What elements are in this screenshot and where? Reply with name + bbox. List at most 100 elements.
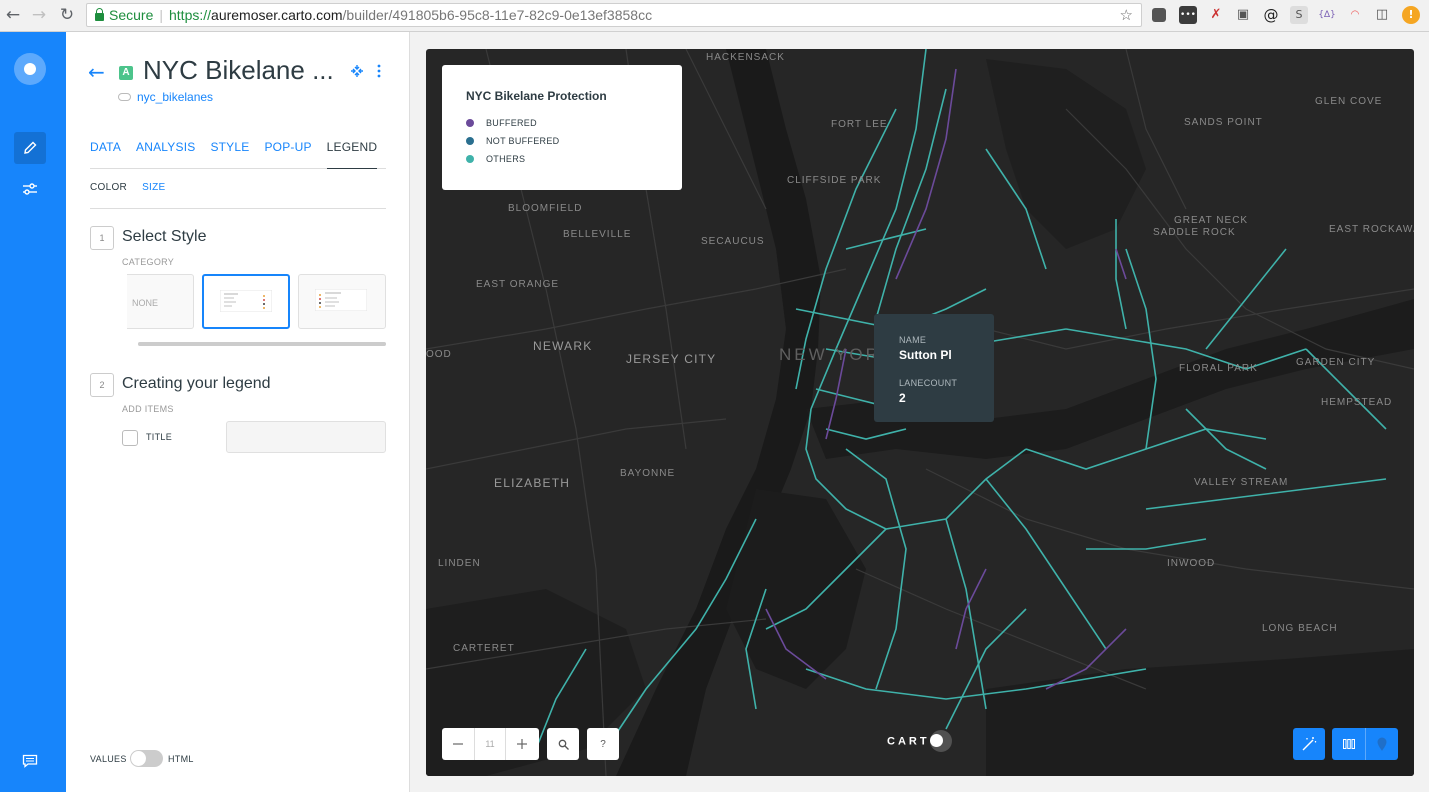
place-label: LINDEN [438,558,481,569]
feedback-button[interactable] [14,745,46,777]
lock-icon [95,8,104,21]
place-label: GLEN COVE [1315,96,1383,107]
legend-item: NOT BUFFERED [466,132,682,150]
back-nav-icon[interactable]: ← [2,4,24,26]
secure-label: Secure [109,7,154,23]
place-label: SADDLE ROCK [1153,227,1236,238]
popup-field-key: NAME [899,335,927,345]
place-label: EAST ORANGE [476,279,560,290]
dots-extension-icon[interactable]: ••• [1179,6,1197,24]
popup-field-value: Sutton Pl [899,348,952,362]
layer-title[interactable]: NYC Bikelane ... [143,55,334,86]
place-label: SANDS POINT [1184,117,1263,128]
panel-tabs: DATA ANALYSIS STYLE POP-UP LEGEND [90,140,386,169]
none-label: NONE [132,298,159,308]
legend-style-category-left[interactable] [298,274,386,329]
dataset-name: nyc_bikelanes [137,90,214,104]
sliders-icon [23,183,37,195]
place-label: EAST ROCKAWAY [1329,224,1414,235]
legend-title: NYC Bikelane Protection [466,89,607,103]
layer-editor-panel: ← A NYC Bikelane ... nyc_bikelanes DATA … [66,32,410,792]
json-extension-icon[interactable]: {∆} [1318,6,1336,24]
search-button[interactable] [547,728,579,760]
rainbow-extension-icon[interactable]: ◠ [1346,6,1364,24]
subtab-color[interactable]: COLOR [90,182,127,208]
tab-analysis[interactable]: ANALYSIS [136,140,195,169]
tab-style[interactable]: STYLE [210,140,249,169]
place-label: BAYONNE [620,468,676,479]
zoom-out-button[interactable] [442,728,474,760]
legend-style-category-right[interactable] [202,274,290,329]
values-html-toggle[interactable] [130,750,163,767]
forward-nav-icon[interactable]: → [28,4,50,26]
tab-data[interactable]: DATA [90,140,121,169]
address-bar[interactable]: Secure | https://auremoser.carto.com/build… [86,3,1142,27]
search-icon [558,739,569,750]
place-label: INWOOD [1167,558,1216,569]
values-label: VALUES [90,754,127,764]
tool-extension-icon[interactable]: ✗ [1207,6,1225,24]
place-label: ELIZABETH [494,476,571,490]
place-label: LONG BEACH [1262,623,1338,634]
dataset-link[interactable]: nyc_bikelanes [118,90,213,104]
html-label: HTML [168,754,194,764]
legend-item: BUFFERED [466,114,682,132]
map-canvas[interactable]: HACKENSACK FORT LEE GLEN COVE SANDS POIN… [426,49,1414,776]
legend-item-label: BUFFERED [486,118,537,128]
camera-extension-icon[interactable]: ▣ [1234,6,1252,24]
place-label: BELLEVILLE [563,229,632,240]
map-view-button[interactable] [1365,728,1398,760]
step-subtitle-add-items: ADD ITEMS [122,404,174,414]
help-button[interactable]: ? [587,728,619,760]
zoom-in-button[interactable] [506,728,538,760]
map-legend: NYC Bikelane Protection BUFFERED NOT BUF… [442,65,682,190]
place-label: CARTERET [453,643,515,654]
url-protocol: https:// [169,7,212,23]
cast-icon[interactable]: ◫ [1373,6,1391,24]
carto-logo: CART [887,734,943,748]
place-label: HACKENSACK [706,52,785,63]
legend-title-input[interactable] [226,421,386,453]
reload-icon[interactable]: ↻ [56,4,78,26]
feature-popup: NAME Sutton Pl LANECOUNT 2 [874,314,994,422]
step-subtitle-category: CATEGORY [122,257,175,267]
place-label: NEWARK [533,339,593,353]
legend-subtabs: COLOR SIZE [90,182,386,209]
legend-swatch [466,155,474,163]
plus-icon [517,739,527,749]
place-label: JERSEY CITY [626,352,717,366]
legend-preview-icon [315,289,367,311]
more-options-icon[interactable] [377,64,381,78]
place-label: SECAUCUS [701,236,765,247]
step-title-select-style: Select Style [122,228,207,245]
layer-letter-badge: A [119,66,133,80]
url-path: /builder/491805b6-95c8-11e7-82c9-0e13ef3… [342,7,653,23]
center-map-icon[interactable] [349,63,365,79]
place-label: BLOOMFIELD [508,203,583,214]
tab-popup[interactable]: POP-UP [264,140,311,169]
legend-swatch [466,119,474,127]
url-host: auremoser.carto.com [211,7,343,23]
tab-legend[interactable]: LEGEND [326,140,378,169]
legend-swatch [466,137,474,145]
at-extension-icon[interactable]: @ [1262,6,1280,24]
widgets-button[interactable] [14,173,46,205]
step-number-2: 2 [90,373,114,397]
bookmark-star-icon[interactable]: ☆ [1120,4,1133,26]
legend-item-label: NOT BUFFERED [486,136,560,146]
place-label: HEMPSTEAD [1321,397,1393,408]
step-title-creating-legend: Creating your legend [122,375,271,392]
legend-style-none[interactable]: NONE [127,274,194,329]
alert-extension-icon[interactable]: ! [1402,6,1420,24]
legend-item-label: OTHERS [486,154,526,164]
title-checkbox[interactable] [122,430,138,446]
home-icon[interactable] [14,53,46,85]
s-extension-icon[interactable]: S [1290,6,1308,24]
pocket-extension-icon[interactable] [1152,8,1166,22]
edit-layers-button[interactable] [14,132,46,164]
columns-view-button[interactable] [1332,728,1365,760]
draw-tool-button[interactable] [1293,728,1325,760]
style-carousel-scrollbar[interactable] [138,342,386,346]
subtab-size[interactable]: SIZE [142,182,165,208]
back-arrow-icon[interactable]: ← [88,62,105,82]
